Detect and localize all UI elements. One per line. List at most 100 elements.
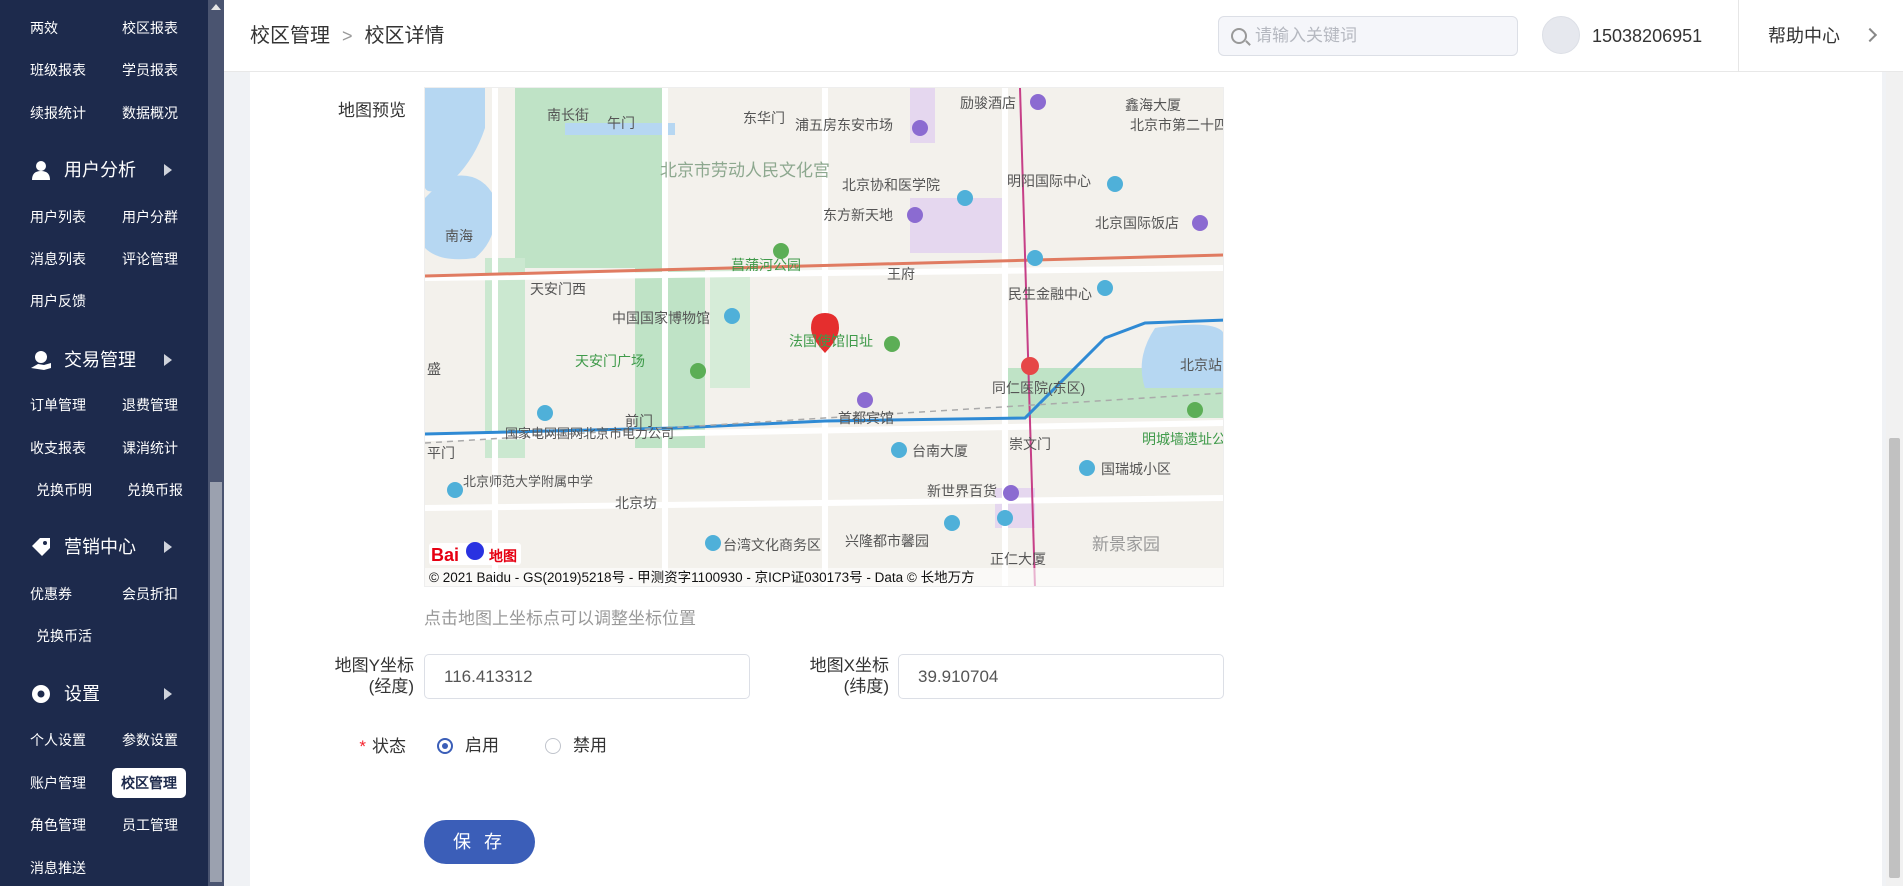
lat-field[interactable] bbox=[898, 654, 1224, 699]
chevron-right-icon bbox=[164, 688, 172, 700]
chevron-right-icon bbox=[164, 354, 172, 366]
map-place-label: 南海 bbox=[445, 228, 473, 244]
lng-label: 地图Y坐标 (经度) bbox=[320, 655, 414, 697]
map-place-label: 兴隆都市馨园 bbox=[845, 533, 929, 549]
radio-unchecked-icon[interactable] bbox=[545, 738, 561, 754]
map-place-label: 明城墙遗址公 bbox=[1142, 431, 1224, 447]
lat-input[interactable] bbox=[899, 655, 1223, 698]
map-canvas[interactable]: 午门 东华门 南长街 北京市劳动人民文化宫 浦五房东安市场 励骏酒店 鑫海大厦 … bbox=[425, 88, 1224, 587]
sidebar-item[interactable]: 两效 bbox=[30, 15, 58, 41]
baidu-logo: Bai 地图 bbox=[429, 542, 521, 565]
map-copyright: © 2021 Baidu - GS(2019)5218号 - 甲测资字11009… bbox=[429, 570, 975, 585]
search-input[interactable] bbox=[1255, 17, 1505, 55]
sidebar-item[interactable]: 账户管理 bbox=[30, 770, 86, 796]
sidebar-item[interactable]: 退费管理 bbox=[122, 392, 178, 418]
lng-field[interactable] bbox=[424, 654, 750, 699]
sidebar-item[interactable]: 续报统计 bbox=[30, 100, 86, 126]
sidebar: 两效 校区报表 班级报表 学员报表 续报统计 数据概况 用户分析 用户列表 用户… bbox=[0, 0, 224, 886]
map-place-label: 午门 bbox=[607, 115, 635, 131]
sidebar-group-label: 用户分析 bbox=[64, 160, 136, 180]
map-place-label: 东方新天地 bbox=[823, 207, 893, 223]
sidebar-item[interactable]: 消息列表 bbox=[30, 246, 86, 272]
user-icon bbox=[32, 161, 50, 180]
sidebar-item[interactable]: 消息推送 bbox=[30, 855, 86, 881]
sidebar-item[interactable]: 优惠券 bbox=[30, 581, 72, 607]
map-place-label: 北京市第二十四中学 bbox=[1130, 117, 1224, 133]
lat-label-line: 地图X坐标 bbox=[809, 656, 889, 675]
map-place-label: 新景家园 bbox=[1092, 535, 1160, 554]
sidebar-group-label: 营销中心 bbox=[64, 537, 136, 557]
map-preview[interactable]: 午门 东华门 南长街 北京市劳动人民文化宫 浦五房东安市场 励骏酒店 鑫海大厦 … bbox=[424, 87, 1224, 587]
map-place-label: 励骏酒店 bbox=[960, 95, 1016, 111]
radio-label[interactable]: 启用 bbox=[465, 734, 499, 758]
map-hint: 点击地图上坐标点可以调整坐标位置 bbox=[424, 609, 696, 628]
map-place-label: 正仁大厦 bbox=[990, 551, 1046, 567]
radio-checked-icon[interactable] bbox=[437, 738, 453, 754]
breadcrumb-current: 校区详情 bbox=[364, 25, 445, 47]
sidebar-item[interactable]: 员工管理 bbox=[122, 812, 178, 838]
sidebar-group-label: 设置 bbox=[64, 684, 100, 704]
money-icon bbox=[31, 351, 51, 370]
map-place-label: 北京站 bbox=[1180, 357, 1222, 373]
map-place-label: 台湾文化商务区 bbox=[723, 537, 821, 553]
chevron-right-icon[interactable] bbox=[1862, 27, 1878, 43]
page-scrollbar[interactable] bbox=[1886, 72, 1903, 886]
search-box[interactable] bbox=[1218, 16, 1518, 56]
sidebar-item[interactable]: 参数设置 bbox=[122, 727, 178, 753]
sidebar-group-marketing[interactable]: 营销中心 bbox=[0, 525, 208, 569]
sidebar-item[interactable]: 数据概况 bbox=[122, 100, 178, 126]
header-divider bbox=[1738, 0, 1739, 72]
map-place-label: 首都宾馆 bbox=[838, 410, 894, 426]
sidebar-group-label: 交易管理 bbox=[64, 350, 136, 370]
map-place-label: 北京市劳动人民文化宫 bbox=[660, 161, 830, 180]
required-marker: * bbox=[359, 737, 366, 756]
sidebar-item[interactable]: 个人设置 bbox=[30, 727, 86, 753]
map-place-label: 东华门 bbox=[743, 110, 785, 126]
sidebar-item[interactable]: 会员折扣 bbox=[122, 581, 178, 607]
map-place-label: 前门 bbox=[625, 413, 653, 429]
sidebar-item[interactable]: 订单管理 bbox=[30, 392, 86, 418]
header: 校区管理 > 校区详情 15038206951 帮助中心 bbox=[224, 0, 1903, 72]
map-place-label: 平门 bbox=[427, 445, 455, 461]
user-phone[interactable]: 15038206951 bbox=[1592, 0, 1702, 72]
sidebar-item[interactable]: 兑换币明 bbox=[36, 477, 92, 503]
help-center-link[interactable]: 帮助中心 bbox=[1768, 0, 1840, 72]
tag-icon bbox=[32, 538, 50, 556]
sidebar-group-user-analysis[interactable]: 用户分析 bbox=[0, 148, 208, 192]
map-place-label: 浦五房东安市场 bbox=[795, 117, 893, 133]
svg-text:地图: 地图 bbox=[489, 548, 517, 564]
sidebar-group-transactions[interactable]: 交易管理 bbox=[0, 338, 208, 382]
sidebar-item[interactable]: 兑换币报 bbox=[127, 477, 183, 503]
sidebar-group-settings[interactable]: 设置 bbox=[0, 672, 208, 716]
lng-input[interactable] bbox=[425, 655, 749, 698]
avatar[interactable] bbox=[1542, 16, 1580, 54]
scroll-up-arrow-icon[interactable] bbox=[211, 4, 221, 10]
breadcrumb: 校区管理 > 校区详情 bbox=[250, 0, 445, 72]
radio-label[interactable]: 禁用 bbox=[573, 734, 607, 758]
sidebar-item[interactable]: 收支报表 bbox=[30, 435, 86, 461]
map-place-label: 北京协和医学院 bbox=[842, 177, 940, 193]
sidebar-scrollbar[interactable] bbox=[208, 0, 224, 886]
map-place-label: 民生金融中心 bbox=[1008, 286, 1092, 302]
breadcrumb-item[interactable]: 校区管理 bbox=[250, 25, 330, 47]
map-preview-label: 地图预览 bbox=[338, 101, 406, 120]
sidebar-item[interactable]: 校区报表 bbox=[122, 15, 178, 41]
sidebar-item[interactable]: 兑换币活 bbox=[36, 623, 92, 649]
sidebar-item[interactable]: 用户分群 bbox=[122, 204, 178, 230]
sidebar-item[interactable]: 课消统计 bbox=[122, 435, 178, 461]
sidebar-item[interactable]: 评论管理 bbox=[122, 246, 178, 272]
sidebar-item[interactable]: 班级报表 bbox=[30, 57, 86, 83]
scrollbar-thumb[interactable] bbox=[210, 482, 222, 882]
map-place-label: 南长街 bbox=[547, 107, 589, 123]
lat-label: 地图X坐标 (纬度) bbox=[795, 655, 889, 697]
sidebar-item[interactable]: 学员报表 bbox=[122, 57, 178, 83]
sidebar-item[interactable]: 用户反馈 bbox=[30, 288, 86, 314]
map-place-label: 北京国际饭店 bbox=[1095, 215, 1179, 231]
sidebar-item[interactable]: 角色管理 bbox=[30, 812, 86, 838]
sidebar-item[interactable]: 用户列表 bbox=[30, 204, 86, 230]
sidebar-item-active[interactable]: 校区管理 bbox=[112, 768, 186, 798]
save-button[interactable]: 保 存 bbox=[424, 820, 535, 864]
scrollbar-thumb[interactable] bbox=[1889, 438, 1900, 878]
map-place-label: 北京师范大学附属中学 bbox=[463, 474, 593, 489]
map-place-label: 天安门广场 bbox=[575, 353, 645, 369]
